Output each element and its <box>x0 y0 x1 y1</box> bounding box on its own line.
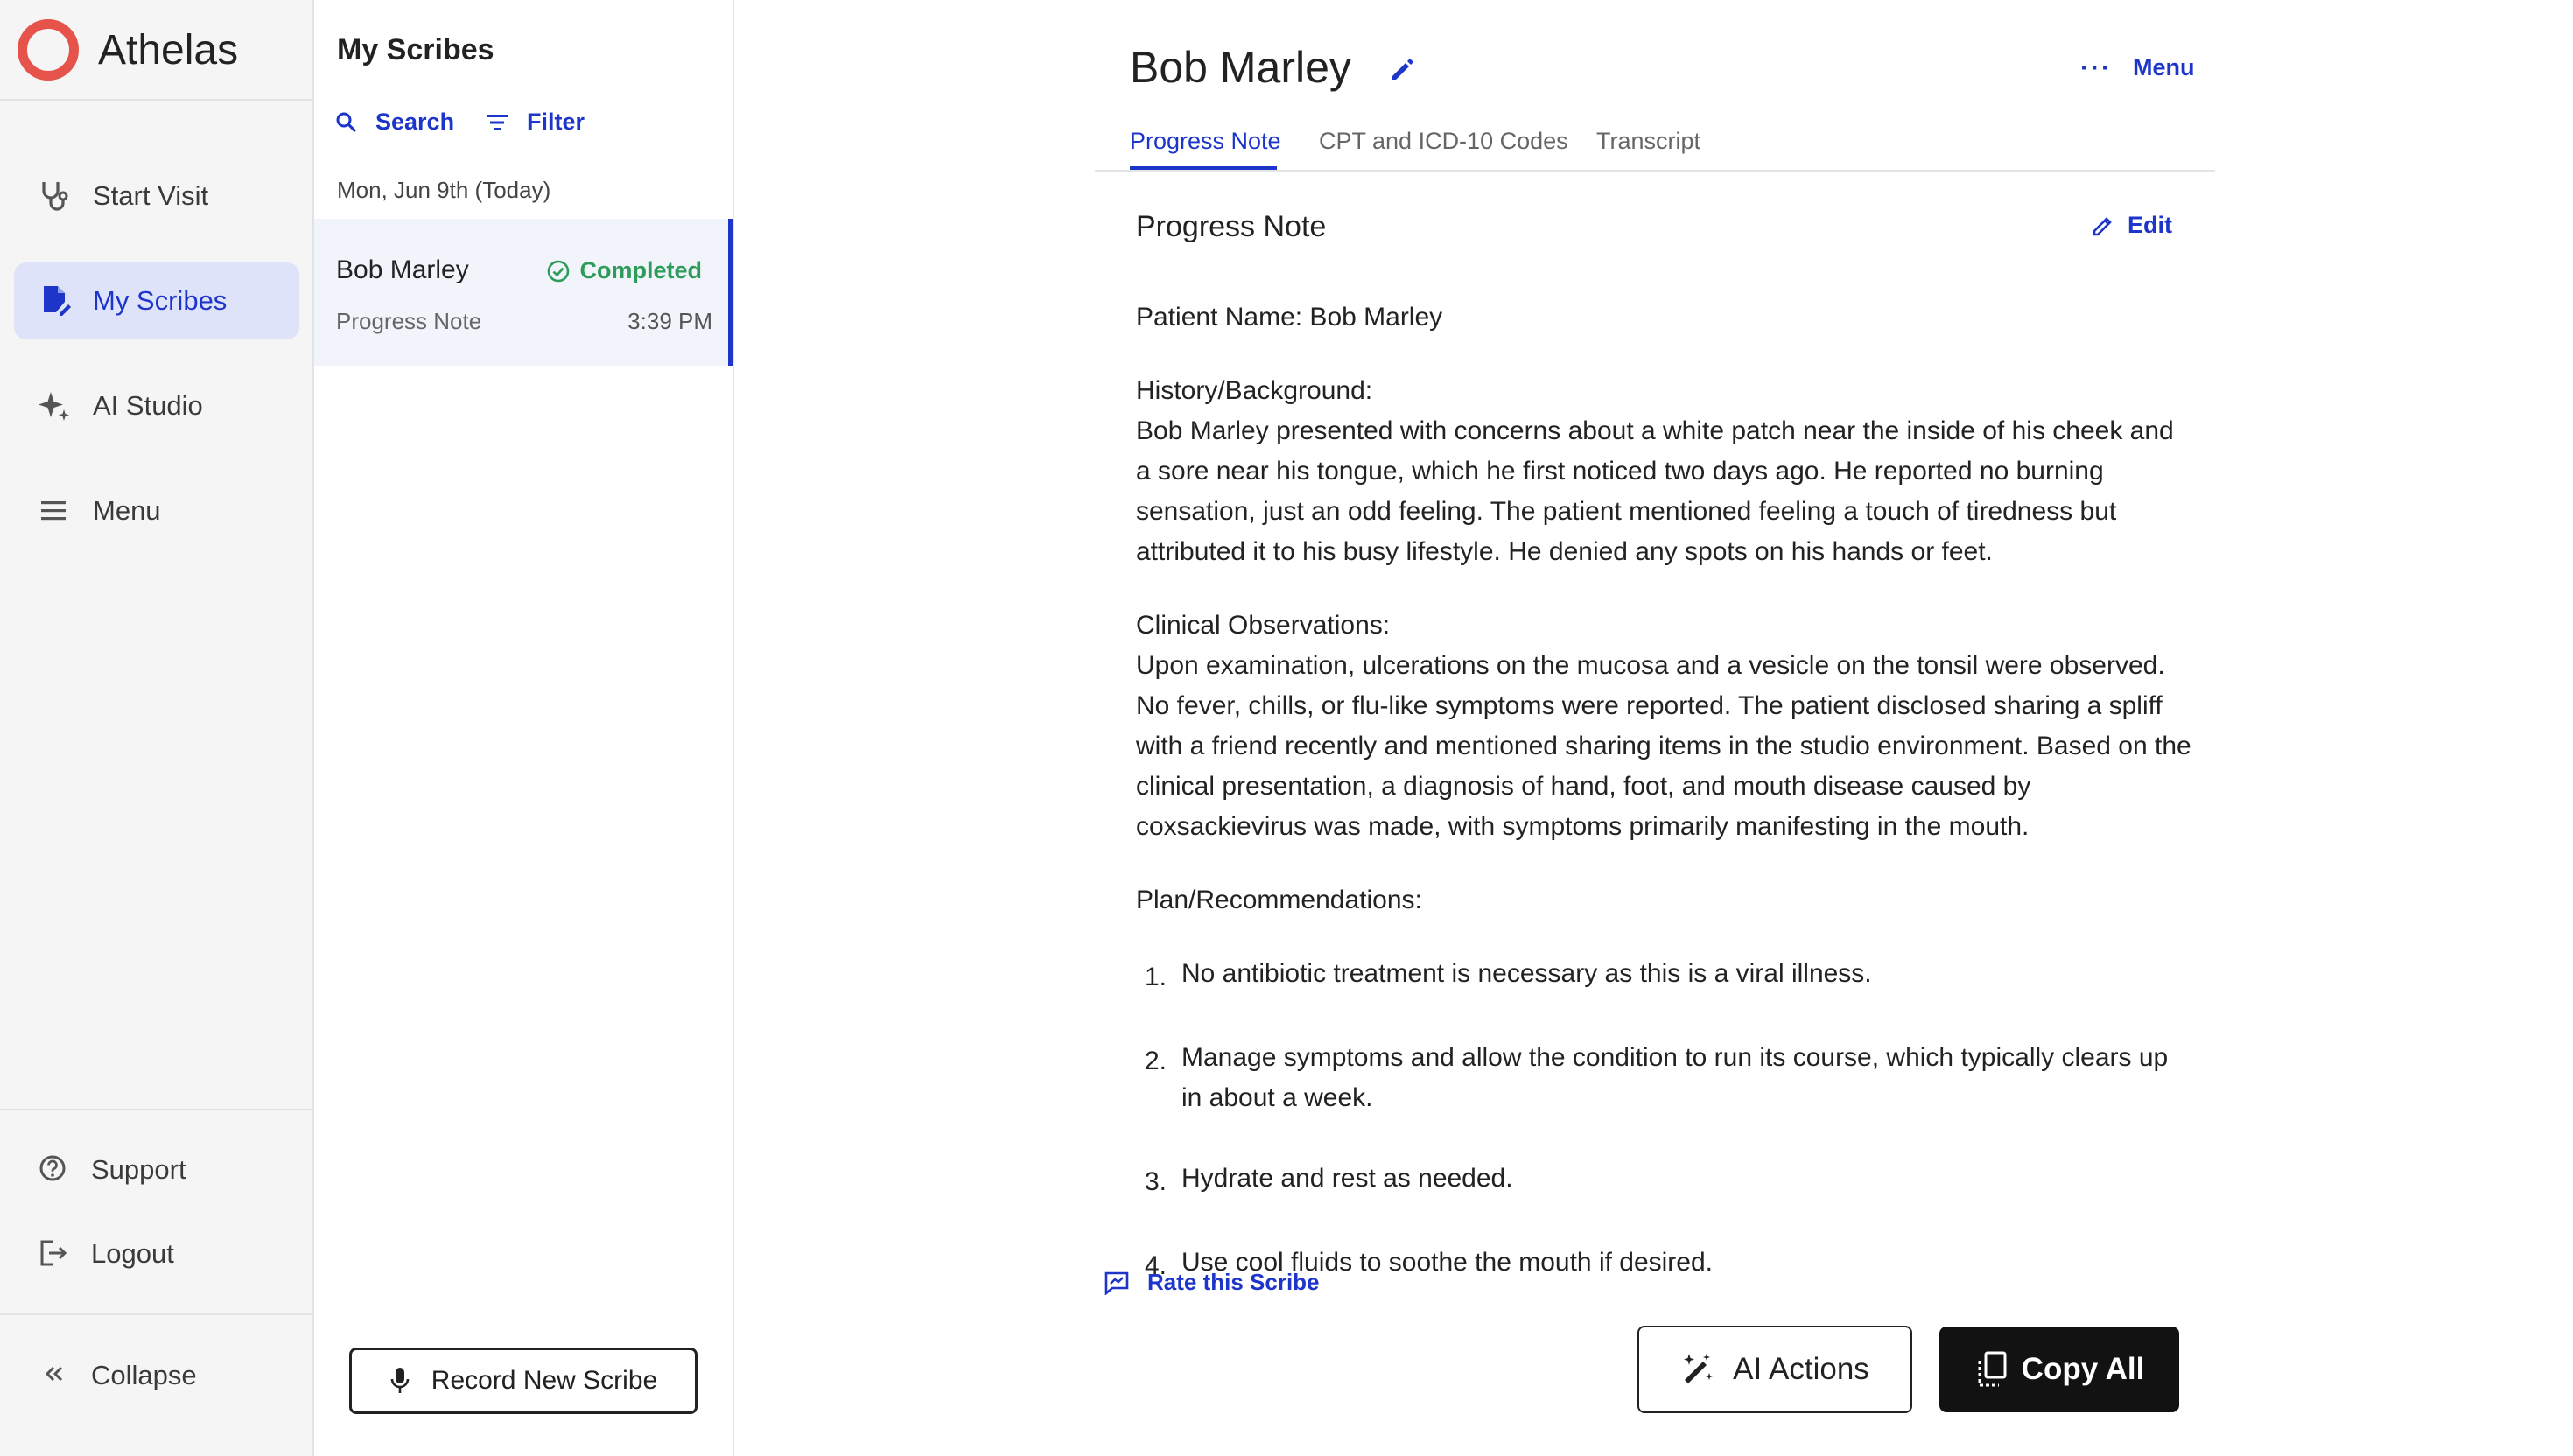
search-button[interactable]: Search <box>335 108 454 136</box>
plan-item: 3. Hydrate and rest as needed. <box>1145 1164 1513 1196</box>
ai-actions-button[interactable]: AI Actions <box>1637 1326 1912 1413</box>
scribe-time: 3:39 PM <box>627 308 712 334</box>
brand-header: Athelas <box>0 0 312 101</box>
filter-icon <box>487 114 508 130</box>
stethoscope-icon <box>42 182 68 211</box>
patient-name-line: Patient Name: Bob Marley <box>1136 303 1443 332</box>
pencil-icon[interactable] <box>1388 56 1416 84</box>
plan-item: 1. No antibiotic treatment is necessary a… <box>1145 959 1872 991</box>
menu-button[interactable]: ··· Menu <box>2080 54 2194 81</box>
page-title: Bob Marley <box>1130 43 1351 92</box>
record-new-scribe-button[interactable]: Record New Scribe <box>349 1348 698 1414</box>
nav-item-logout[interactable]: Logout <box>14 1215 299 1292</box>
copy-icon <box>1978 1351 2007 1387</box>
divider <box>0 1313 312 1315</box>
nav-item-label: AI Studio <box>93 390 203 421</box>
record-label: Record New Scribe <box>431 1366 658 1395</box>
nav-item-label: Logout <box>91 1238 174 1269</box>
scribe-type: Progress Note <box>336 308 482 334</box>
clinical-heading: Clinical Observations: <box>1136 611 1391 640</box>
nav-item-label: Support <box>91 1154 186 1185</box>
edit-label: Edit <box>2128 212 2172 238</box>
nav-item-start-visit[interactable]: Start Visit <box>14 158 299 234</box>
search-label: Search <box>375 108 455 135</box>
sidebar-nav: Athelas Start Visit My Scribes AI Studio <box>0 0 314 1456</box>
tab-cpt-icd10-codes[interactable]: CPT and ICD-10 Codes <box>1319 128 1568 155</box>
app-name: Athelas <box>98 27 239 74</box>
progress-note-body: Patient Name: Bob Marley History/Backgro… <box>1136 298 2195 1326</box>
more-horizontal-icon: ··· <box>2080 52 2112 82</box>
history-text: Bob Marley presented with concerns about… <box>1136 416 2174 566</box>
nav-item-ai-studio[interactable]: AI Studio <box>14 368 299 444</box>
nav-item-support[interactable]: Support <box>14 1131 299 1208</box>
magic-wand-icon <box>1683 1354 1714 1384</box>
plan-heading: Plan/Recommendations: <box>1136 886 1422 914</box>
plan-item: 2. Manage symptoms and allow the conditio… <box>1145 1043 2169 1112</box>
status-badge: Completed <box>546 257 702 284</box>
scribe-list-panel: My Scribes Search Filter Mon, Jun 9th (T… <box>314 0 734 1456</box>
microphone-icon <box>390 1368 410 1393</box>
history-heading: History/Background: <box>1136 376 1373 405</box>
check-circle-icon <box>548 260 570 282</box>
nav-item-label: My Scribes <box>93 285 228 316</box>
panel-title: My Scribes <box>337 33 494 66</box>
document-edit-icon <box>44 286 71 316</box>
sparkle-icon <box>39 392 69 421</box>
note-title: Progress Note <box>1136 210 1327 243</box>
ai-actions-label: AI Actions <box>1733 1352 1869 1386</box>
nav-item-label: Start Visit <box>93 180 209 211</box>
tab-transcript[interactable]: Transcript <box>1596 128 1700 155</box>
divider <box>1095 170 2215 172</box>
menu-label: Menu <box>2132 54 2195 80</box>
nav-item-label: Menu <box>93 495 161 526</box>
pencil-outline-icon <box>2093 216 2112 235</box>
scribe-list-item[interactable]: Bob Marley Completed Progress Note 3:39 … <box>314 219 733 366</box>
edit-note-button[interactable]: Edit <box>2091 212 2172 239</box>
plan-list: 1. No antibiotic treatment is necessary a… <box>1136 954 2195 1286</box>
feedback-icon <box>1104 1271 1129 1295</box>
scribe-patient-name: Bob Marley <box>336 256 469 284</box>
collapse-label: Collapse <box>91 1360 197 1390</box>
divider <box>0 1109 312 1110</box>
main-content: Bob Marley ··· Menu Progress Note CPT an… <box>736 0 2573 1456</box>
search-icon <box>336 112 357 132</box>
filter-button[interactable]: Filter <box>485 108 585 136</box>
rate-label: Rate this Scribe <box>1147 1269 1320 1295</box>
date-group-header: Mon, Jun 9th (Today) <box>337 177 551 203</box>
copy-all-label: Copy All <box>2021 1352 2145 1386</box>
hamburger-menu-icon <box>41 501 66 521</box>
chevrons-left-icon <box>45 1366 63 1382</box>
status-label: Completed <box>579 257 702 284</box>
nav-item-my-scribes[interactable]: My Scribes <box>14 262 299 340</box>
rate-scribe-link[interactable]: Rate this Scribe <box>1104 1269 1320 1296</box>
help-circle-icon <box>39 1155 66 1181</box>
tab-progress-note[interactable]: Progress Note <box>1130 128 1281 155</box>
clinical-text: Upon examination, ulcerations on the muc… <box>1136 651 2191 841</box>
nav-item-menu[interactable]: Menu <box>14 472 299 550</box>
athelas-logo-icon <box>18 19 79 80</box>
collapse-button[interactable]: Collapse <box>14 1337 299 1414</box>
filter-label: Filter <box>527 108 585 135</box>
copy-all-button[interactable]: Copy All <box>1939 1326 2179 1412</box>
logout-icon <box>40 1240 67 1266</box>
